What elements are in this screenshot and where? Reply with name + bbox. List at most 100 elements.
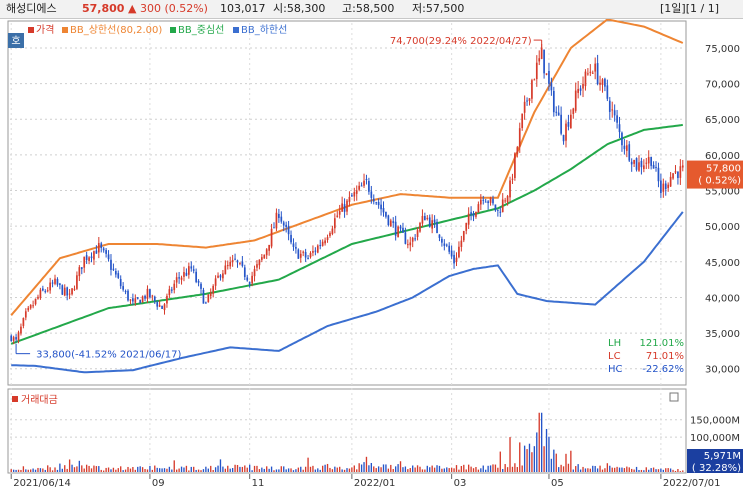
candle-body [158,305,161,307]
last-volume-tag-value: 5,971M [704,451,741,462]
candle-body [338,210,341,215]
last-volume-tag-change: ( 32.28%) [692,463,741,474]
volume-bar [171,469,173,472]
candle-body [234,258,236,260]
volume-bar [120,466,122,472]
candle-body [421,215,424,224]
stat-lh-key: LH [608,338,621,349]
volume-bar [621,467,623,472]
candle-body [613,110,616,116]
candle-body [114,271,117,275]
volume-bar [34,469,37,472]
candle-body [219,275,222,278]
candle-body [552,90,555,113]
volume-bar [258,469,261,472]
candle-body [640,160,643,168]
volume-bar [59,463,61,472]
volume-bar [548,436,550,472]
volume-bar [516,467,518,472]
y-tick-label: 70,000 [705,80,740,91]
volume-bar [253,465,256,472]
x-tick-label: 2022/07/01 [663,478,721,488]
volume-bar [51,470,54,472]
volume-bar [672,469,674,472]
candle-body [127,290,129,301]
candle-body [278,213,280,218]
volume-bar [68,459,71,472]
volume-bar [185,465,188,472]
candle-body [326,237,329,240]
volume-bar [83,468,85,472]
volume-bar [290,468,292,472]
candle-body [681,165,684,168]
candle-body [526,100,528,102]
candle-body [484,201,487,203]
candle-body [85,255,88,261]
volume-bar [609,465,611,472]
volume-bar [229,468,231,472]
volume-bar [645,467,647,472]
candle-body [518,128,521,147]
candle-body [628,144,631,161]
candle-body [504,200,507,202]
volume-bar [531,452,533,472]
volume-bar [375,468,377,472]
candle-body [12,337,15,341]
candle-body [509,180,511,198]
candle-body [358,185,361,190]
volume-bar [93,465,95,472]
high-price: 고:58,500 [342,2,395,15]
volume-bar [241,466,244,472]
volume-bar [604,468,606,472]
candle-body [136,297,139,299]
volume-bar [210,465,212,472]
volume-bar [394,466,397,472]
volume-bar [195,469,197,472]
candle-body [304,252,307,258]
volume-bar [173,460,175,472]
candle-body [295,247,297,249]
candle-body [180,277,183,280]
candle-body [212,285,215,294]
candle-body [655,166,657,168]
candle-body [312,250,314,253]
volume-bar [553,449,555,472]
volume-bar [78,460,81,472]
candle-body [479,199,482,205]
candle-body [217,275,219,278]
candle-body [465,222,468,231]
candle-body [141,296,144,303]
volume-bar [626,466,628,472]
pager[interactable]: [1일][1 / 1] [660,0,719,18]
candle-body [248,281,251,285]
volume-bar [115,469,117,472]
candle-body [657,167,660,182]
volume-bar [446,467,448,472]
volume-bar [472,468,475,472]
volume-bar [387,468,390,472]
volume-bar [76,466,78,472]
volume-bar [487,465,489,472]
candle-body [489,197,492,203]
candle [61,284,64,296]
candle-body [90,256,93,259]
candle-body [633,160,635,164]
candle-body [385,211,387,217]
volume-bar [227,465,229,472]
volume-bar [358,463,360,472]
candle [207,293,210,303]
volume-bar [30,469,32,472]
candle-body [76,275,78,289]
candle-body [229,261,232,267]
volume-bar [419,466,421,472]
candle [139,299,142,304]
candle-body [584,71,587,87]
candle-body [209,292,212,297]
volume-bar [98,466,100,472]
candle-body [119,278,122,287]
volume-bar [599,465,601,472]
candle-body [669,176,672,187]
candle-body [460,240,463,247]
candle-body [46,290,49,292]
x-tick-label: 03 [454,478,467,488]
